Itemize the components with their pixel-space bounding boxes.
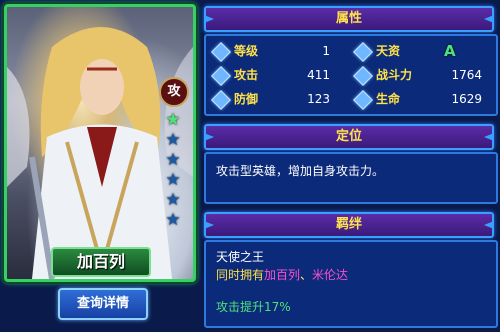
stat-label: 防御 (234, 92, 259, 106)
stat-label: 生命 (376, 92, 401, 106)
gem-icon (211, 42, 231, 62)
role-description: 攻击型英雄，增加自身攻击力。 (216, 164, 385, 178)
view-details-button[interactable]: 查询详情 (58, 288, 148, 320)
bond-separator: 、 (300, 268, 313, 282)
hero-card: 攻 ★ ★ ★ ★ ★ ★ 加百列 (4, 4, 196, 282)
star-rating: ★ ★ ★ ★ ★ ★ (164, 111, 182, 231)
stat-level: 等级 1 (211, 40, 340, 62)
gem-icon (353, 66, 373, 86)
stat-label: 战斗力 (376, 68, 413, 82)
bond-name: 天使之王 (216, 250, 265, 264)
bond-prefix: 同时拥有 (216, 268, 265, 282)
bond-hero-link[interactable]: 米伦达 (312, 268, 348, 282)
stat-value: 1629 (451, 92, 482, 106)
gem-icon (353, 90, 373, 110)
stat-value: 1764 (451, 68, 482, 82)
role-panel: 攻击型英雄，增加自身攻击力。 (204, 152, 498, 204)
gem-icon (211, 66, 231, 86)
gem-icon (211, 90, 231, 110)
hero-type-badge: 攻 (159, 77, 189, 107)
stat-value: 411 (307, 68, 330, 82)
hero-name: 加百列 (51, 247, 151, 277)
star-icon: ★ (165, 210, 181, 230)
attributes-header: 属性 (204, 6, 494, 32)
bond-requirement: 同时拥有加百列、米伦达 (216, 266, 348, 283)
aptitude-grade: A (444, 42, 456, 60)
stat-value: 1 (322, 44, 330, 58)
bond-panel: 天使之王 同时拥有加百列、米伦达 攻击提升17% (204, 240, 498, 328)
gem-icon (353, 42, 373, 62)
star-icon-lit: ★ (165, 110, 181, 130)
stat-defense: 防御 123 (211, 88, 340, 110)
attributes-panel: 等级 1 攻击 411 防御 123 天资 A 战斗力 1764 生命 1629 (204, 34, 498, 116)
star-icon: ★ (165, 150, 181, 170)
stat-aptitude: 天资 A (353, 40, 490, 62)
stat-label: 等级 (234, 44, 259, 58)
stat-value: 123 (307, 92, 330, 106)
star-icon: ★ (165, 130, 181, 150)
bond-header: 羁绊 (204, 212, 494, 238)
star-icon: ★ (165, 170, 181, 190)
stat-combat-power: 战斗力 1764 (353, 64, 490, 86)
stat-label: 天资 (376, 44, 401, 58)
star-icon: ★ (165, 190, 181, 210)
bond-hero-link[interactable]: 加百列 (264, 268, 300, 282)
bond-effect: 攻击提升17% (216, 300, 291, 314)
stat-hp: 生命 1629 (353, 88, 490, 110)
stat-attack: 攻击 411 (211, 64, 340, 86)
role-header: 定位 (204, 124, 494, 150)
stat-label: 攻击 (234, 68, 259, 82)
